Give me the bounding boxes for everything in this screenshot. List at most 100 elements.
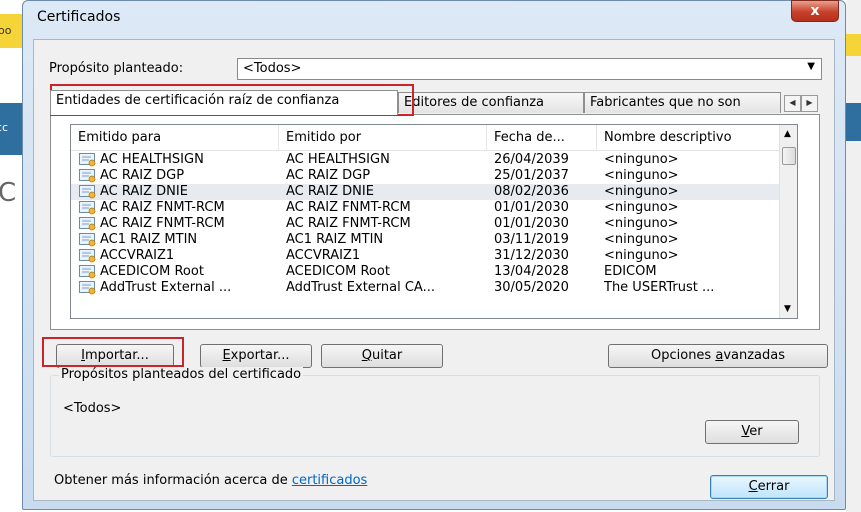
cell-issued-to: AC HEALTHSIGN (100, 152, 204, 167)
certificate-icon (79, 169, 96, 183)
cell-date: 26/04/2039 (494, 152, 569, 167)
scroll-down-arrow-icon[interactable]: ▼ (784, 304, 791, 314)
cell-issued-to: AC RAIZ DGP (100, 168, 185, 183)
cell-issued-to: ACEDICOM Root (100, 264, 204, 279)
cell-issued-to: AC RAIZ FNMT-RCM (100, 200, 225, 215)
cell-date: 08/02/2036 (494, 184, 569, 199)
remove-button[interactable]: Quitar (321, 344, 443, 368)
chevron-down-icon: ▼ (807, 61, 815, 72)
advanced-options-button-label: Opciones avanzadas (651, 348, 785, 363)
tab-scroll-right-button[interactable]: ▶ (801, 95, 818, 112)
tab-scroll-left-button[interactable]: ◀ (784, 95, 801, 112)
background-letter: C (0, 178, 17, 208)
cell-issued-to: AC1 RAIZ MTIN (100, 232, 198, 247)
close-icon: x (810, 3, 820, 19)
close-button[interactable]: Cerrar (710, 475, 828, 499)
desktop-background-right (846, 0, 861, 512)
tab-untrusted-publishers[interactable]: Fabricantes que no son (584, 92, 781, 113)
column-header-friendly-name[interactable]: Nombre descriptivo (597, 125, 781, 150)
cell-date: 01/01/2030 (494, 200, 569, 215)
certificate-row[interactable]: AC RAIZ DGP AC RAIZ DGP 25/01/2037 <ninguno… (71, 168, 781, 184)
more-info-text: Obtener más información acerca de certif… (54, 473, 367, 488)
column-header-issued-by[interactable]: Emitido por (279, 125, 487, 150)
certificate-row[interactable]: ACEDICOM Root ACEDICOM Root 13/04/2028 EDIC… (71, 264, 781, 280)
cell-issued-by: AC RAIZ FNMT-RCM (286, 200, 411, 215)
cell-issued-by: AC1 RAIZ MTIN (286, 232, 384, 247)
certificate-row[interactable]: AC RAIZ FNMT-RCM AC RAIZ FNMT-RCM 01/01/20… (71, 200, 781, 216)
list-vertical-scrollbar[interactable]: ▲ ▼ (779, 125, 797, 318)
certificate-icon (79, 217, 96, 231)
cell-name: EDICOM (604, 264, 657, 279)
view-button[interactable]: Ver (705, 420, 799, 444)
view-button-label: Ver (741, 424, 763, 439)
cell-date: 30/05/2020 (494, 280, 569, 295)
intended-purposes-group: Propósitos planteados del certificado <T… (50, 367, 820, 457)
cell-date: 01/01/2030 (494, 216, 569, 231)
cell-issued-by: AC RAIZ DNIE (286, 184, 374, 199)
cell-date: 25/01/2037 (494, 168, 569, 183)
cell-name: <ninguno> (604, 200, 679, 215)
certificate-icon (79, 201, 96, 215)
tab-label: Fabricantes que no son (590, 95, 741, 110)
purpose-label: Propósito planteado: (49, 61, 184, 76)
close-window-button[interactable]: x (791, 0, 839, 22)
certificate-icon (79, 153, 96, 167)
certificate-icon (79, 185, 96, 199)
cell-issued-to: ACCVRAIZ1 (100, 248, 175, 263)
list-header: Emitido para Emitido por Fecha de... Nom… (71, 125, 781, 151)
scrollbar-thumb[interactable] (782, 147, 796, 165)
certificate-row[interactable]: ACCVRAIZ1 ACCVRAIZ1 31/12/2030 <ninguno> (71, 248, 781, 264)
background-text: cc (0, 121, 9, 134)
certificate-row[interactable]: AC1 RAIZ MTIN AC1 RAIZ MTIN 03/11/2019 <nin… (71, 232, 781, 248)
certificates-link[interactable]: certificados (292, 473, 367, 488)
certificate-icon (79, 233, 96, 247)
tab-strip: Entidades de certificación raíz de confi… (50, 90, 820, 115)
certificates-dialog: Certificados x Propósito planteado: <Tod… (22, 0, 846, 510)
tab-label: Entidades de certificación raíz de confi… (56, 93, 340, 108)
background-blue-block (846, 103, 861, 141)
purpose-dropdown-value: <Todos> (243, 61, 302, 76)
cell-name: <ninguno> (604, 232, 679, 247)
cell-issued-to: AC RAIZ FNMT-RCM (100, 216, 225, 231)
intended-purposes-value: <Todos> (63, 401, 122, 416)
background-yellow-block: oo (0, 14, 24, 48)
dialog-title: Certificados (37, 9, 121, 25)
column-header-expiration[interactable]: Fecha de... (487, 125, 597, 150)
import-button-label: Importar... (81, 348, 149, 363)
certificate-row[interactable]: AddTrust External ... AddTrust External C… (71, 280, 781, 296)
tab-trusted-publishers[interactable]: Editores de confianza (398, 92, 584, 113)
import-button[interactable]: Importar... (56, 344, 174, 368)
certificate-icon (79, 249, 96, 263)
tab-trusted-root-authorities[interactable]: Entidades de certificación raíz de confi… (50, 90, 398, 115)
cell-issued-by: AddTrust External CA... (286, 280, 435, 295)
certificate-row[interactable]: AC RAIZ DNIE AC RAIZ DNIE 08/02/2036 <ningu… (71, 184, 781, 200)
scroll-up-arrow-icon[interactable]: ▲ (784, 129, 791, 139)
cell-issued-by: ACEDICOM Root (286, 264, 390, 279)
tab-panel: Emitido para Emitido por Fecha de... Nom… (50, 114, 820, 330)
cell-name: <ninguno> (604, 248, 679, 263)
cell-name: <ninguno> (604, 184, 679, 199)
certificates-list[interactable]: Emitido para Emitido por Fecha de... Nom… (70, 124, 798, 319)
certificate-icon (79, 265, 96, 279)
purpose-dropdown[interactable]: <Todos> ▼ (237, 58, 822, 80)
column-header-issued-to[interactable]: Emitido para (71, 125, 279, 150)
tab-label: Editores de confianza (404, 95, 544, 110)
advanced-options-button[interactable]: Opciones avanzadas (608, 344, 828, 368)
certificate-row[interactable]: AC RAIZ FNMT-RCM AC RAIZ FNMT-RCM 01/01/20… (71, 216, 781, 232)
certificate-row[interactable]: AC HEALTHSIGN AC HEALTHSIGN 26/04/2039 <nin… (71, 152, 781, 168)
cell-name: <ninguno> (604, 152, 679, 167)
background-text: oo (0, 24, 12, 37)
certificate-icon (79, 281, 96, 295)
cell-name: <ninguno> (604, 216, 679, 231)
background-blue-block: cc (0, 103, 24, 155)
cell-date: 13/04/2028 (494, 264, 569, 279)
cell-issued-by: AC RAIZ DGP (286, 168, 371, 183)
dialog-client-area: Propósito planteado: <Todos> ▼ Entidades… (33, 39, 835, 501)
cell-date: 03/11/2019 (494, 232, 569, 247)
cell-issued-by: AC RAIZ FNMT-RCM (286, 216, 411, 231)
export-button[interactable]: Exportar... (200, 344, 312, 368)
tab-scroll-buttons: ◀ ▶ (784, 94, 818, 112)
cell-name: The USERTrust ... (604, 280, 715, 295)
more-info-label: Obtener más información acerca de (54, 473, 292, 488)
cell-issued-to: AC RAIZ DNIE (100, 184, 188, 199)
